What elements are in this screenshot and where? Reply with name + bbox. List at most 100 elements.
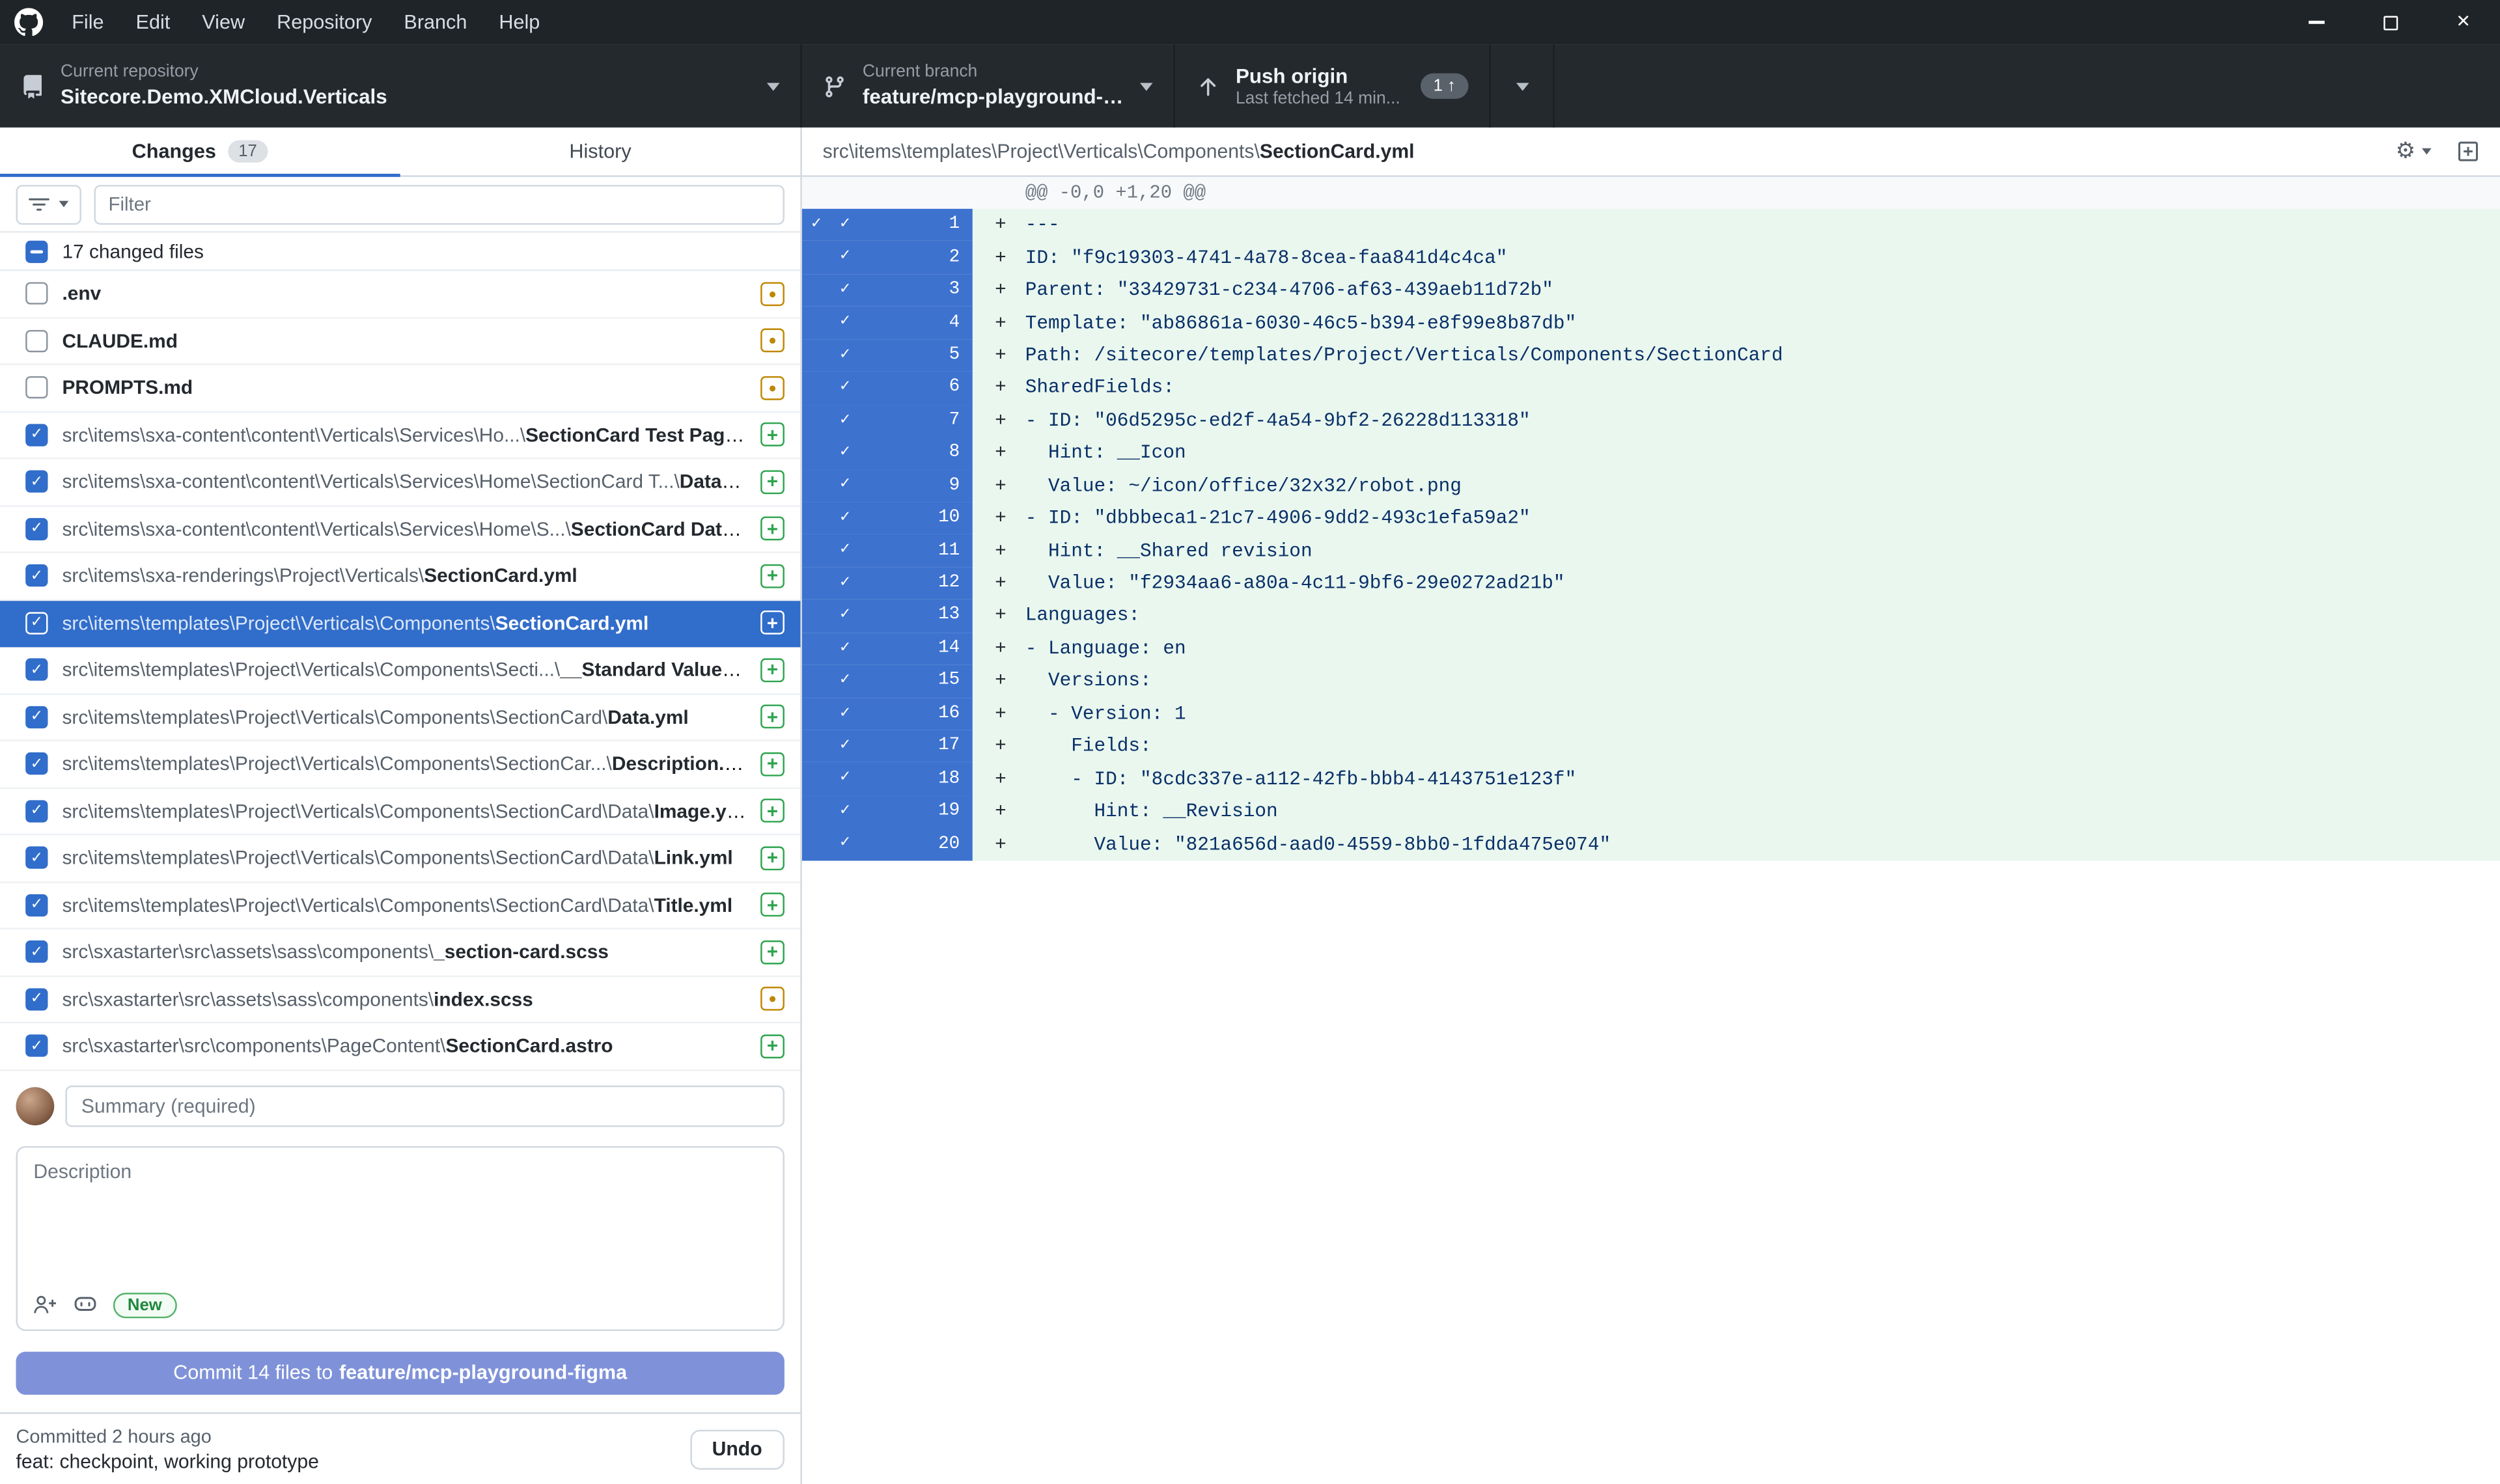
- line-checkbox[interactable]: ✓: [831, 282, 859, 299]
- file-checkbox[interactable]: ✓: [25, 894, 48, 916]
- push-options-button[interactable]: [1491, 45, 1555, 128]
- select-all-checkbox[interactable]: [25, 240, 48, 262]
- file-row[interactable]: ✓src\sxastarter\src\components\PageConte…: [0, 1023, 800, 1070]
- diff-line[interactable]: ✓20+ Value: "821a656d-aad0-4559-8bb0-1fd…: [802, 828, 2500, 860]
- diff-line[interactable]: ✓4+Template: "ab86861a-6030-46c5-b394-e8…: [802, 307, 2500, 339]
- file-row[interactable]: ✓src\sxastarter\src\assets\sass\componen…: [0, 976, 800, 1023]
- file-checkbox[interactable]: ✓: [25, 753, 48, 775]
- file-row[interactable]: ✓src\items\templates\Project\Verticals\C…: [0, 883, 800, 929]
- push-origin-button[interactable]: Push origin Last fetched 14 min... 1 ↑: [1175, 45, 1491, 128]
- file-row[interactable]: ✓src\items\templates\Project\Verticals\C…: [0, 835, 800, 882]
- minimize-button[interactable]: [2280, 0, 2354, 45]
- diff-line[interactable]: ✓6+SharedFields:: [802, 372, 2500, 404]
- file-checkbox[interactable]: ✓: [25, 847, 48, 869]
- line-checkbox[interactable]: ✓: [831, 477, 859, 494]
- diff-line[interactable]: ✓2+ID: "f9c19303-4741-4a78-8cea-faa841d4…: [802, 241, 2500, 274]
- file-checkbox[interactable]: [25, 329, 48, 351]
- file-checkbox[interactable]: ✓: [25, 800, 48, 822]
- file-checkbox[interactable]: [25, 282, 48, 305]
- undo-button[interactable]: Undo: [689, 1429, 785, 1469]
- maximize-button[interactable]: [2354, 0, 2427, 45]
- diff-line[interactable]: ✓15+ Versions:: [802, 665, 2500, 698]
- close-button[interactable]: ✕: [2426, 0, 2500, 45]
- add-coauthor-button[interactable]: [33, 1295, 57, 1315]
- menu-file[interactable]: File: [56, 11, 120, 33]
- file-row[interactable]: .env•: [0, 271, 800, 318]
- line-checkbox[interactable]: ✓: [831, 445, 859, 461]
- diff-line[interactable]: ✓12+ Value: "f2934aa6-a80a-4c11-9bf6-29e…: [802, 567, 2500, 599]
- file-row[interactable]: ✓src\items\templates\Project\Verticals\C…: [0, 788, 800, 835]
- diff-line[interactable]: ✓17+ Fields:: [802, 730, 2500, 763]
- line-checkbox[interactable]: ✓: [831, 738, 859, 755]
- tab-changes[interactable]: Changes 17: [0, 128, 400, 175]
- diff-line[interactable]: ✓3+Parent: "33429731-c234-4706-af63-439a…: [802, 274, 2500, 307]
- commit-button[interactable]: Commit 14 files tofeature/mcp-playground…: [16, 1351, 784, 1394]
- menu-repository[interactable]: Repository: [261, 11, 388, 33]
- line-checkbox[interactable]: ✓: [831, 510, 859, 527]
- hunk-checkbox[interactable]: ✓: [802, 217, 831, 234]
- file-row[interactable]: CLAUDE.md•: [0, 318, 800, 365]
- diff-line[interactable]: ✓11+ Hint: __Shared revision: [802, 534, 2500, 567]
- line-checkbox[interactable]: ✓: [831, 217, 859, 234]
- filter-options-button[interactable]: [16, 184, 81, 224]
- line-checkbox[interactable]: ✓: [831, 803, 859, 820]
- file-row[interactable]: ✓src\items\sxa-content\content\Verticals…: [0, 412, 800, 459]
- diff-line[interactable]: ✓10+- ID: "dbbbeca1-21c7-4906-9dd2-493c1…: [802, 502, 2500, 534]
- diff-options-button[interactable]: ⚙: [2395, 141, 2431, 163]
- file-checkbox[interactable]: ✓: [25, 612, 48, 634]
- file-checkbox[interactable]: ✓: [25, 988, 48, 1010]
- line-checkbox[interactable]: ✓: [831, 673, 859, 690]
- file-row[interactable]: ✓src\items\sxa-renderings\Project\Vertic…: [0, 553, 800, 600]
- diff-line[interactable]: ✓✓1+---: [802, 209, 2500, 241]
- diff-line[interactable]: ✓8+ Hint: __Icon: [802, 437, 2500, 469]
- file-row[interactable]: ✓src\items\templates\Project\Verticals\C…: [0, 647, 800, 694]
- line-checkbox[interactable]: ✓: [831, 608, 859, 625]
- file-checkbox[interactable]: ✓: [25, 941, 48, 963]
- file-checkbox[interactable]: ✓: [25, 1035, 48, 1057]
- current-repository-button[interactable]: Current repository Sitecore.Demo.XMCloud…: [0, 45, 802, 128]
- file-checkbox[interactable]: ✓: [25, 424, 48, 446]
- diff-line[interactable]: ✓14+- Language: en: [802, 632, 2500, 665]
- file-checkbox[interactable]: ✓: [25, 706, 48, 728]
- line-checkbox[interactable]: ✓: [831, 347, 859, 364]
- file-row[interactable]: ✓src\items\templates\Project\Verticals\C…: [0, 694, 800, 741]
- line-checkbox[interactable]: ✓: [831, 542, 859, 559]
- menu-view[interactable]: View: [186, 11, 261, 33]
- file-checkbox[interactable]: ✓: [25, 517, 48, 540]
- tab-history[interactable]: History: [400, 128, 801, 175]
- current-branch-button[interactable]: Current branch feature/mcp-playground-fi…: [802, 45, 1175, 128]
- file-row[interactable]: ✓src\items\sxa-content\content\Verticals…: [0, 459, 800, 506]
- file-row[interactable]: ✓src\items\templates\Project\Verticals\C…: [0, 741, 800, 788]
- file-row[interactable]: ✓src\items\sxa-content\content\Verticals…: [0, 506, 800, 553]
- copilot-icon-button[interactable]: [74, 1295, 98, 1315]
- line-checkbox[interactable]: ✓: [831, 575, 859, 592]
- diff-line[interactable]: ✓5+Path: /sitecore/templates/Project/Ver…: [802, 339, 2500, 372]
- file-checkbox[interactable]: ✓: [25, 659, 48, 681]
- menu-help[interactable]: Help: [483, 11, 556, 33]
- diff-line[interactable]: ✓7+- ID: "06d5295c-ed2f-4a54-9bf2-26228d…: [802, 404, 2500, 437]
- menu-edit[interactable]: Edit: [120, 11, 186, 33]
- line-checkbox[interactable]: ✓: [831, 249, 859, 266]
- file-row[interactable]: ✓src\items\templates\Project\Verticals\C…: [0, 600, 800, 647]
- file-checkbox[interactable]: ✓: [25, 565, 48, 587]
- diff-line[interactable]: ✓16+ - Version: 1: [802, 698, 2500, 730]
- expand-diff-button[interactable]: [2457, 141, 2479, 163]
- file-checkbox[interactable]: [25, 377, 48, 399]
- file-checkbox[interactable]: ✓: [25, 471, 48, 493]
- line-checkbox[interactable]: ✓: [831, 314, 859, 331]
- line-checkbox[interactable]: ✓: [831, 379, 859, 396]
- diff-line[interactable]: ✓9+ Value: ~/icon/office/32x32/robot.png: [802, 469, 2500, 502]
- line-checkbox[interactable]: ✓: [831, 412, 859, 429]
- menu-branch[interactable]: Branch: [388, 11, 483, 33]
- line-checkbox[interactable]: ✓: [831, 640, 859, 657]
- diff-line[interactable]: ✓19+ Hint: __Revision: [802, 795, 2500, 828]
- commit-summary-input[interactable]: [65, 1085, 784, 1127]
- diff-line[interactable]: ✓13+Languages:: [802, 599, 2500, 632]
- line-checkbox[interactable]: ✓: [831, 771, 859, 788]
- filter-input[interactable]: [94, 184, 784, 224]
- line-checkbox[interactable]: ✓: [831, 706, 859, 722]
- commit-description-input[interactable]: [18, 1147, 783, 1278]
- file-row[interactable]: PROMPTS.md•: [0, 365, 800, 412]
- diff-line[interactable]: ✓18+ - ID: "8cdc337e-a112-42fb-bbb4-4143…: [802, 763, 2500, 795]
- file-row[interactable]: ✓src\sxastarter\src\assets\sass\componen…: [0, 929, 800, 976]
